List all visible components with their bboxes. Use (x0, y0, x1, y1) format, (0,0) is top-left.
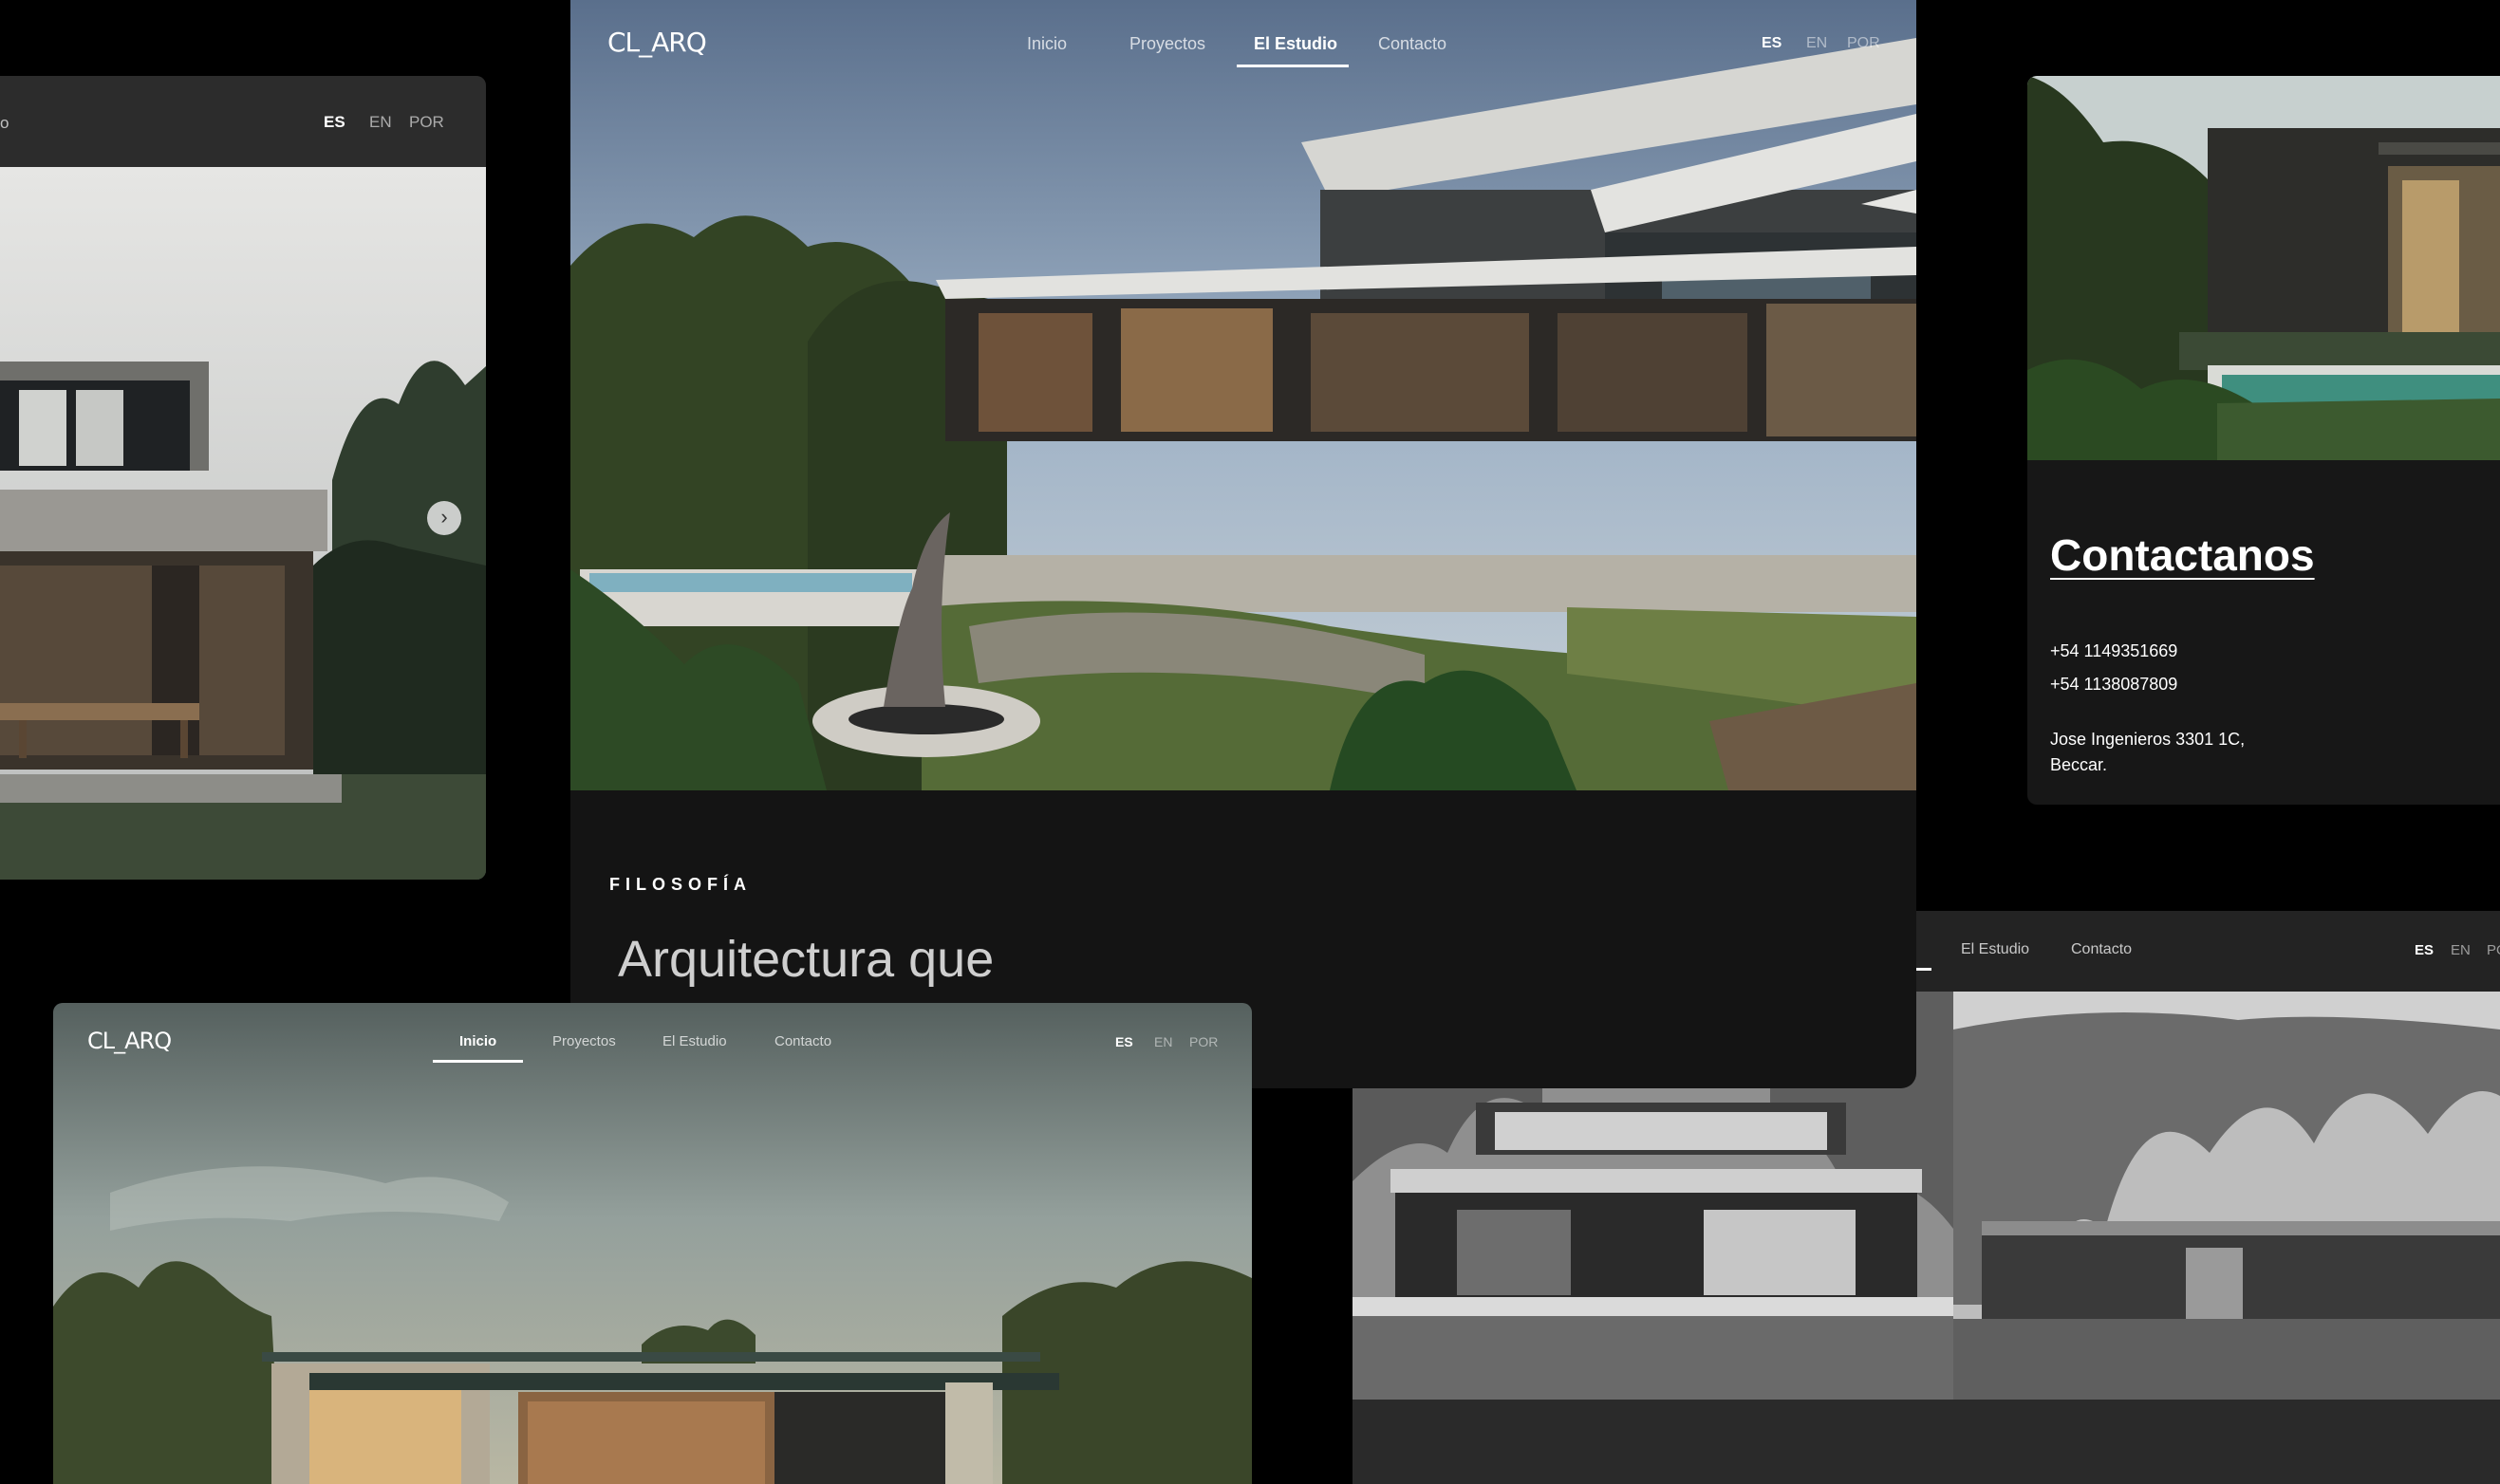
brand-logo[interactable]: CL_ARQ (87, 1028, 172, 1054)
lang-en[interactable]: EN (1806, 35, 1827, 52)
lang-por[interactable]: POR (409, 113, 444, 132)
nav-active-underline (1237, 65, 1349, 67)
bw-card-footer-strip (1353, 1400, 2500, 1484)
contact-title[interactable]: Contactanos (2050, 529, 2315, 581)
project-photo-2 (1953, 992, 2500, 1400)
nav-active-underline (433, 1060, 523, 1063)
lang-en[interactable]: EN (1154, 1034, 1172, 1049)
nav-link-contacto[interactable]: Contacto (2071, 941, 2132, 958)
lang-es[interactable]: ES (1762, 35, 1782, 52)
nav-link-inicio[interactable]: Inicio (459, 1033, 496, 1049)
section-label: FILOSOFÍA (609, 875, 752, 894)
next-slide-button[interactable]: › (427, 501, 461, 535)
nav-link-proyectos[interactable]: Proyectos (552, 1033, 616, 1049)
nav-fragment[interactable]: o (0, 114, 9, 133)
studio-page-card: CL_ARQ Inicio Proyectos El Estudio Conta… (570, 0, 1916, 1088)
left-project-card: o ES EN POR › (0, 76, 486, 880)
nav-link-contacto[interactable]: Contacto (1378, 34, 1446, 54)
section-headline: Arquitectura que (618, 931, 995, 988)
nav-link-inicio[interactable]: Inicio (1027, 34, 1067, 54)
hero-photo (53, 1003, 1252, 1484)
nav-link-el-estudio[interactable]: El Estudio (1961, 941, 2029, 958)
lang-en[interactable]: EN (2451, 942, 2471, 958)
lang-en[interactable]: EN (369, 113, 392, 132)
left-card-header: o ES EN POR (0, 76, 486, 167)
project-photo (2027, 76, 2500, 460)
contact-card: Contactanos +54 1149351669 +54 113808780… (2027, 76, 2500, 805)
home-nav: CL_ARQ Inicio Proyectos El Estudio Conta… (53, 1003, 1252, 1074)
nav-link-el-estudio[interactable]: El Estudio (1254, 34, 1337, 54)
project-photo (0, 167, 486, 880)
nav-link-el-estudio[interactable]: El Estudio (662, 1033, 727, 1049)
main-nav: CL_ARQ Inicio Proyectos El Estudio Conta… (570, 0, 1916, 87)
home-page-card: CL_ARQ Inicio Proyectos El Estudio Conta… (53, 1003, 1252, 1484)
lang-es[interactable]: ES (2415, 942, 2434, 958)
nav-link-proyectos[interactable]: Proyectos (1129, 34, 1205, 54)
next-arrow-icon: › (440, 505, 448, 529)
lang-por[interactable]: POR (1847, 35, 1880, 52)
phone-number-2[interactable]: +54 1138087809 (2050, 675, 2177, 695)
lang-por[interactable]: PO (2487, 942, 2500, 958)
nav-link-contacto[interactable]: Contacto (774, 1033, 831, 1049)
phone-number-1[interactable]: +54 1149351669 (2050, 641, 2177, 661)
hero-photo (570, 0, 1916, 790)
lang-es[interactable]: ES (1115, 1034, 1133, 1049)
brand-logo[interactable]: CL_ARQ (607, 27, 707, 58)
lang-por[interactable]: POR (1189, 1034, 1218, 1049)
lang-es[interactable]: ES (324, 113, 345, 132)
address-line-1: Jose Ingenieros 3301 1C, (2050, 730, 2246, 749)
address-line-2: Beccar. (2050, 755, 2108, 774)
